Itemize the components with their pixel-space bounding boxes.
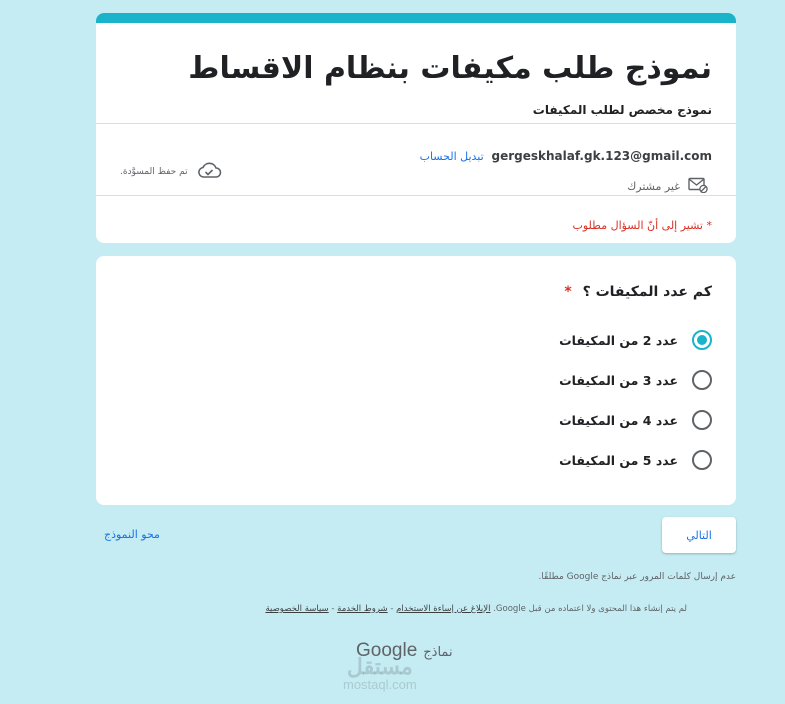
form-header-card: نموذج طلب مكيفات بنظام الاقساط نموذج مخص… — [96, 13, 736, 243]
option-label: عدد 4 من المكيفات — [559, 412, 678, 428]
radio-button[interactable] — [692, 370, 712, 390]
mail-blocked-icon — [688, 177, 708, 196]
account-email: gergeskhalaf.gk.123@gmail.com — [491, 149, 713, 163]
radio-button[interactable] — [692, 450, 712, 470]
footer-links: لم يتم إنشاء هذا المحتوى ولا اعتماده من … — [265, 604, 687, 614]
accent-bar — [96, 13, 736, 23]
divider — [96, 195, 736, 196]
cloud-check-icon — [196, 161, 222, 182]
draft-saved-label: تم حفظ المسوَّدة. — [120, 166, 188, 177]
question-title-text: كم عدد المكيفات ؟ — [582, 284, 712, 300]
form-title: نموذج طلب مكيفات بنظام الاقساط — [188, 51, 712, 86]
mostaql-watermark: مستقل mostaql.com — [343, 656, 417, 692]
divider — [96, 123, 736, 124]
watermark-latin: mostaql.com — [343, 677, 417, 692]
option-label: عدد 5 من المكيفات — [559, 452, 678, 468]
terms-link[interactable]: شروط الخدمة — [337, 604, 388, 614]
link-separator: - — [328, 604, 338, 614]
option-label: عدد 3 من المكيفات — [559, 372, 678, 388]
radio-button[interactable] — [692, 410, 712, 430]
question-title: كم عدد المكيفات ؟ * — [564, 284, 712, 300]
clear-form-link[interactable]: محو النموذج — [104, 528, 160, 541]
option-label: عدد 2 من المكيفات — [559, 332, 678, 348]
next-button[interactable]: التالي — [662, 517, 736, 553]
disclaimer-text: لم يتم إنشاء هذا المحتوى ولا اعتماده من … — [493, 604, 687, 614]
required-note: * تشير إلى أنّ السؤال مطلوب — [572, 219, 712, 232]
privacy-link[interactable]: سياسة الخصوصية — [265, 604, 328, 614]
option-4-units[interactable]: عدد 4 من المكيفات — [559, 410, 712, 430]
forms-wordmark: نماذج — [423, 645, 453, 660]
password-warning: عدم إرسال كلمات المرور عبر نماذج Google … — [538, 572, 736, 582]
option-5-units[interactable]: عدد 5 من المكيفات — [559, 450, 712, 470]
option-2-units[interactable]: عدد 2 من المكيفات — [559, 330, 712, 350]
draft-status: تم حفظ المسوَّدة. — [120, 161, 222, 182]
watermark-arabic: مستقل — [346, 654, 413, 679]
account-line: تبديل الحساب gergeskhalaf.gk.123@gmail.c… — [420, 149, 712, 163]
switch-account-link[interactable]: تبديل الحساب — [420, 150, 484, 163]
link-separator: - — [387, 604, 397, 614]
option-3-units[interactable]: عدد 3 من المكيفات — [559, 370, 712, 390]
radio-button-selected[interactable] — [692, 330, 712, 350]
form-description: نموذج مخصص لطلب المكيفات — [532, 103, 712, 117]
question-card: كم عدد المكيفات ؟ * عدد 2 من المكيفات عد… — [96, 256, 736, 505]
not-shared-label: غير مشترك — [627, 180, 680, 193]
not-shared-status: غير مشترك — [627, 177, 708, 196]
report-abuse-link[interactable]: الإبلاغ عن إساءة الاستخدام — [396, 604, 490, 614]
required-star: * — [564, 284, 572, 300]
